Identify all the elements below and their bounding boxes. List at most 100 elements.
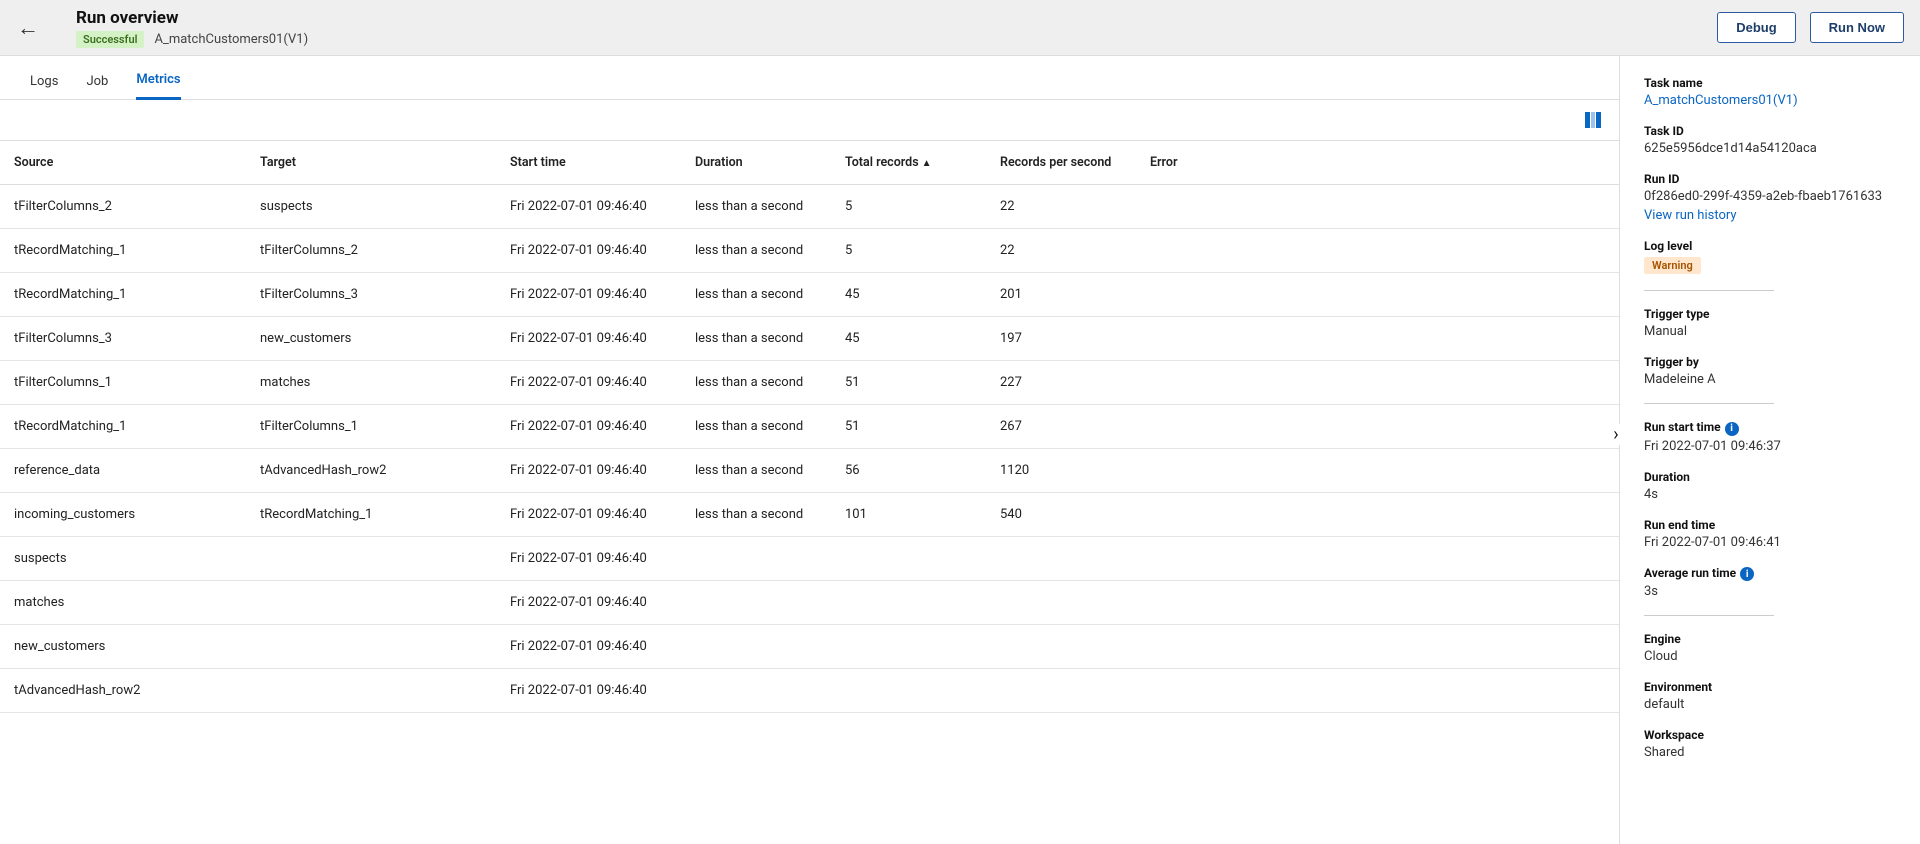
cell-start: Fri 2022-07-01 09:46:40 (500, 581, 685, 625)
cell-rps: 1120 (990, 449, 1140, 493)
cell-rps (990, 537, 1140, 581)
cell-start: Fri 2022-07-01 09:46:40 (500, 405, 685, 449)
cell-total (835, 669, 990, 713)
label-trigger-by: Trigger by (1644, 355, 1896, 369)
col-target[interactable]: Target (250, 141, 500, 185)
label-trigger-type: Trigger type (1644, 307, 1896, 321)
status-badge: Successful (76, 31, 144, 48)
cell-duration: less than a second (685, 229, 835, 273)
table-row[interactable]: tFilterColumns_1matchesFri 2022-07-01 09… (0, 361, 1619, 405)
label-engine: Engine (1644, 632, 1896, 646)
cell-rps: 227 (990, 361, 1140, 405)
cell-target (250, 669, 500, 713)
tabs: Logs Job Metrics (0, 56, 1619, 100)
label-environment: Environment (1644, 680, 1896, 694)
cell-total: 51 (835, 361, 990, 405)
cell-error (1140, 405, 1619, 449)
collapse-panel-icon[interactable]: › (1606, 424, 1626, 445)
value-duration: 4s (1644, 487, 1896, 502)
cell-error (1140, 669, 1619, 713)
col-duration[interactable]: Duration (685, 141, 835, 185)
cell-error (1140, 185, 1619, 229)
cell-rps (990, 669, 1140, 713)
tab-metrics[interactable]: Metrics (136, 66, 180, 100)
table-row[interactable]: tRecordMatching_1tFilterColumns_1Fri 202… (0, 405, 1619, 449)
table-row[interactable]: incoming_customerstRecordMatching_1Fri 2… (0, 493, 1619, 537)
run-now-button[interactable]: Run Now (1810, 12, 1904, 43)
cell-target: tFilterColumns_3 (250, 273, 500, 317)
cell-rps: 267 (990, 405, 1140, 449)
cell-start: Fri 2022-07-01 09:46:40 (500, 317, 685, 361)
cell-target: suspects (250, 185, 500, 229)
table-row[interactable]: tRecordMatching_1tFilterColumns_3Fri 202… (0, 273, 1619, 317)
details-panel: › Task name A_matchCustomers01(V1) Task … (1620, 56, 1920, 844)
cell-total: 101 (835, 493, 990, 537)
table-row[interactable]: tFilterColumns_3new_customersFri 2022-07… (0, 317, 1619, 361)
cell-duration (685, 537, 835, 581)
col-total-records-label: Total records (845, 155, 919, 170)
info-icon[interactable]: i (1740, 567, 1754, 581)
cell-source: new_customers (0, 625, 250, 669)
cell-total (835, 537, 990, 581)
value-run-id: 0f286ed0-299f-4359-a2eb-fbaeb1761633 (1644, 189, 1896, 204)
cell-total: 56 (835, 449, 990, 493)
table-row[interactable]: new_customersFri 2022-07-01 09:46:40 (0, 625, 1619, 669)
cell-total: 5 (835, 229, 990, 273)
tab-job[interactable]: Job (86, 68, 108, 99)
col-start-time[interactable]: Start time (500, 141, 685, 185)
col-rps[interactable]: Records per second (990, 141, 1140, 185)
cell-start: Fri 2022-07-01 09:46:40 (500, 449, 685, 493)
value-task-id: 625e5956dce1d14a54120aca (1644, 141, 1896, 156)
cell-source: reference_data (0, 449, 250, 493)
cell-start: Fri 2022-07-01 09:46:40 (500, 229, 685, 273)
table-row[interactable]: tFilterColumns_2suspectsFri 2022-07-01 0… (0, 185, 1619, 229)
divider (1644, 403, 1774, 404)
cell-source: suspects (0, 537, 250, 581)
cell-source: tFilterColumns_3 (0, 317, 250, 361)
table-row[interactable]: matches Fri 2022-07-01 09:46:40 (0, 581, 1619, 625)
cell-duration (685, 581, 835, 625)
cell-rps: 22 (990, 229, 1140, 273)
col-source[interactable]: Source (0, 141, 250, 185)
value-run-end: Fri 2022-07-01 09:46:41 (1644, 535, 1896, 550)
table-row[interactable]: suspects Fri 2022-07-01 09:46:40 (0, 537, 1619, 581)
label-run-start: Run start timei (1644, 420, 1896, 436)
cell-rps: 22 (990, 185, 1140, 229)
cell-error (1140, 537, 1619, 581)
tab-logs[interactable]: Logs (30, 68, 58, 99)
cell-duration: less than a second (685, 405, 835, 449)
cell-duration: less than a second (685, 185, 835, 229)
cell-source: matches (0, 581, 250, 625)
cell-start: Fri 2022-07-01 09:46:40 (500, 185, 685, 229)
col-error[interactable]: Error (1140, 141, 1619, 185)
cell-source: tRecordMatching_1 (0, 273, 250, 317)
cell-total (835, 581, 990, 625)
col-total-records[interactable]: Total records▲ (835, 141, 990, 185)
value-environment: default (1644, 697, 1896, 712)
cell-error (1140, 229, 1619, 273)
cell-start: Fri 2022-07-01 09:46:40 (500, 537, 685, 581)
value-avg-run-time: 3s (1644, 584, 1896, 599)
cell-rps: 540 (990, 493, 1140, 537)
view-run-history-link[interactable]: View run history (1644, 208, 1896, 223)
task-name-link[interactable]: A_matchCustomers01(V1) (1644, 93, 1896, 108)
cell-target (250, 537, 500, 581)
back-button[interactable]: ← (0, 0, 56, 56)
cell-source: tFilterColumns_2 (0, 185, 250, 229)
arrow-left-icon: ← (17, 15, 39, 41)
table-row[interactable]: reference_datatAdvancedHash_row2Fri 2022… (0, 449, 1619, 493)
value-run-start: Fri 2022-07-01 09:46:37 (1644, 439, 1896, 454)
columns-icon[interactable] (1585, 112, 1601, 128)
table-row[interactable]: tAdvancedHash_row2Fri 2022-07-01 09:46:4… (0, 669, 1619, 713)
info-icon[interactable]: i (1725, 422, 1739, 436)
cell-target (250, 625, 500, 669)
debug-button[interactable]: Debug (1717, 12, 1795, 43)
cell-rps (990, 581, 1140, 625)
value-trigger-type: Manual (1644, 324, 1896, 339)
cell-start: Fri 2022-07-01 09:46:40 (500, 273, 685, 317)
cell-target: tRecordMatching_1 (250, 493, 500, 537)
cell-source: incoming_customers (0, 493, 250, 537)
table-row[interactable]: tRecordMatching_1tFilterColumns_2Fri 202… (0, 229, 1619, 273)
cell-error (1140, 317, 1619, 361)
cell-rps: 201 (990, 273, 1140, 317)
